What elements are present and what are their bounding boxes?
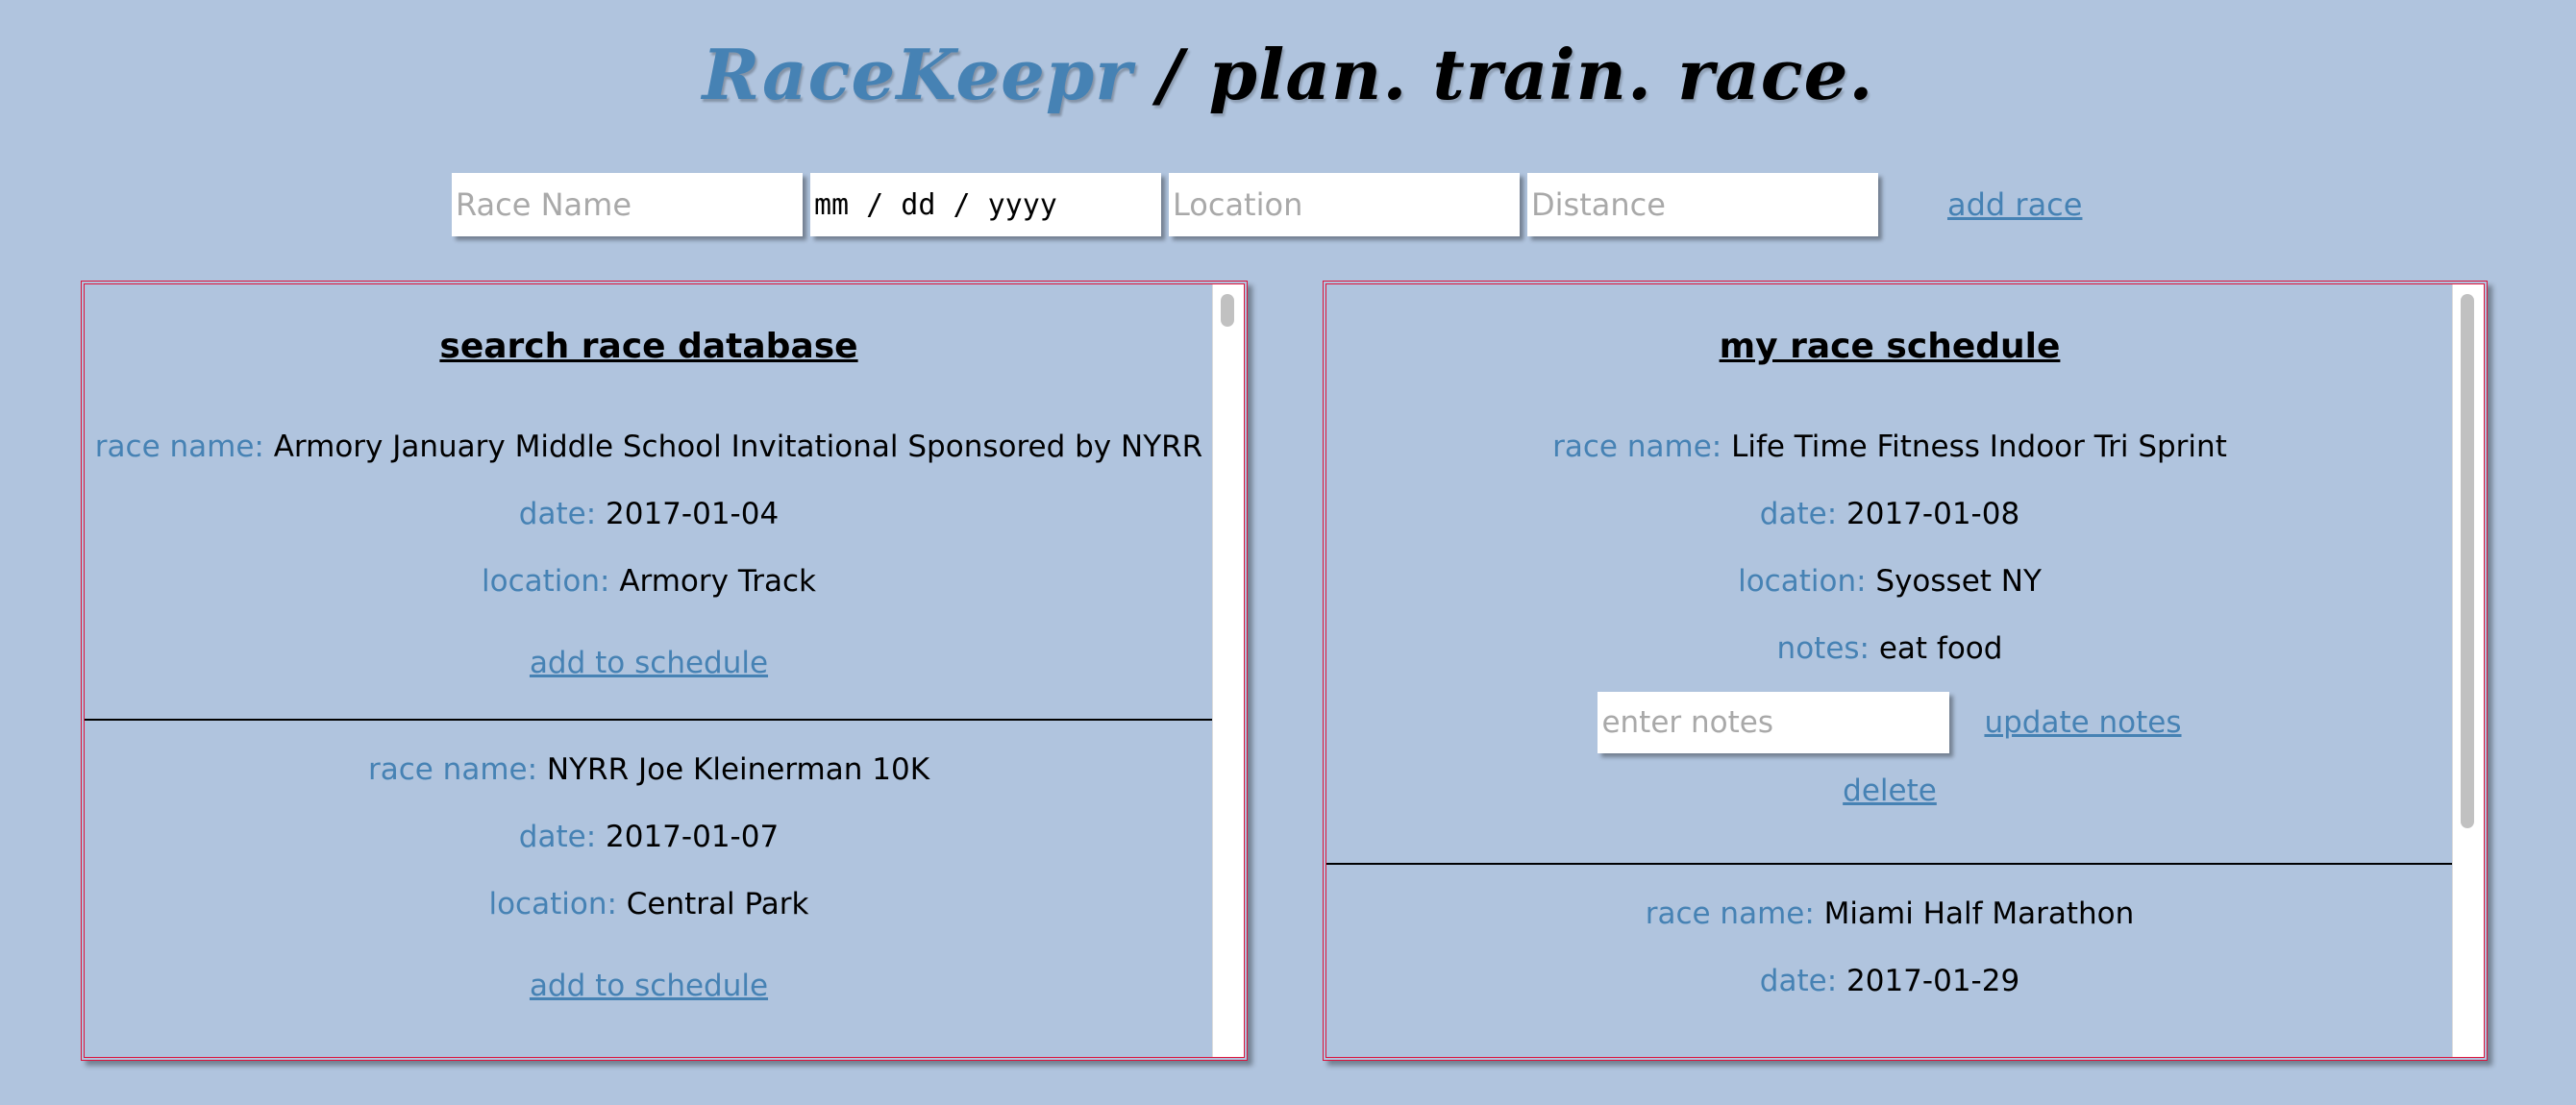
tagline: / plan. train. race.	[1132, 34, 1874, 115]
race-name-value: Life Time Fitness Indoor Tri Sprint	[1731, 430, 2227, 464]
race-schedule-panel: my race schedule race name: Life Time Fi…	[1323, 281, 2488, 1061]
date-value: 2017-01-08	[1846, 497, 2020, 531]
search-race-panel: search race database race name: Armory J…	[81, 281, 1248, 1061]
race-name-input[interactable]	[452, 173, 803, 236]
location-input[interactable]	[1169, 173, 1520, 236]
date-value: 2017-01-04	[606, 497, 780, 531]
location-row: location: Armory Track	[85, 548, 1213, 615]
race-name-label: race name:	[94, 430, 264, 464]
racekeepr-app: RaceKeepr / plan. train. race. add race …	[0, 0, 2576, 1105]
search-panel-scrollbar[interactable]	[1212, 284, 1244, 1057]
date-row: date: 2017-01-07	[85, 803, 1213, 871]
race-name-row: race name: Life Time Fitness Indoor Tri …	[1326, 413, 2453, 480]
location-row: location: Syosset NY	[1326, 548, 2453, 615]
notes-edit-row: update notes	[1326, 688, 2453, 757]
location-row: location: Central Park	[85, 871, 1213, 938]
date-row: date: 2017-01-29	[1326, 947, 2453, 1015]
date-row: date: 2017-01-08	[1326, 480, 2453, 548]
action-row: add to schedule	[85, 938, 1213, 1034]
notes-row: notes: eat food	[1326, 615, 2453, 682]
race-name-value: NYRR Joe Kleinerman 10K	[546, 752, 930, 787]
race-name-label: race name:	[367, 752, 538, 787]
distance-input[interactable]	[1527, 173, 1878, 236]
race-name-row: race name: NYRR Joe Kleinerman 10K	[85, 736, 1213, 803]
date-label: date:	[1759, 964, 1838, 998]
update-notes-link[interactable]: update notes	[1984, 705, 2181, 740]
race-name-label: race name:	[1645, 896, 1815, 931]
date-value: 2017-01-07	[606, 820, 780, 854]
date-label: date:	[518, 497, 597, 531]
location-value: Central Park	[626, 887, 809, 921]
race-name-label: race name:	[1552, 430, 1722, 464]
delete-link[interactable]: delete	[1843, 774, 1937, 808]
location-value: Syosset NY	[1875, 564, 2042, 599]
location-label: location:	[488, 887, 617, 921]
date-value: 2017-01-29	[1846, 964, 2020, 998]
delete-row: delete	[1326, 757, 2453, 824]
race-name-row: race name: Armory January Middle School …	[85, 413, 1213, 480]
search-panel-title: search race database	[439, 327, 858, 366]
race-name-row: race name: Miami Half Marathon	[1326, 880, 2453, 947]
scrollbar-thumb[interactable]	[2461, 294, 2474, 828]
add-race-link[interactable]: add race	[1947, 186, 2082, 223]
date-label: date:	[1759, 497, 1838, 531]
entry-divider	[85, 719, 1213, 721]
location-label: location:	[1738, 564, 1867, 599]
scheduled-race-entry: race name: Life Time Fitness Indoor Tri …	[1326, 413, 2453, 824]
add-race-form: add race	[452, 173, 2082, 236]
search-race-entry: race name: NYRR Joe Kleinerman 10K date:…	[85, 736, 1213, 1034]
notes-input[interactable]	[1598, 692, 1950, 753]
add-to-schedule-link[interactable]: add to schedule	[530, 969, 768, 1003]
location-label: location:	[482, 564, 610, 599]
brand-logo: RaceKeepr	[702, 34, 1133, 115]
app-header: RaceKeepr / plan. train. race.	[0, 27, 2576, 123]
race-schedule-list: my race schedule race name: Life Time Fi…	[1326, 284, 2453, 1057]
schedule-panel-title: my race schedule	[1719, 327, 2061, 366]
notes-value: eat food	[1878, 631, 2003, 666]
schedule-panel-scrollbar[interactable]	[2452, 284, 2484, 1057]
action-row: add to schedule	[85, 615, 1213, 711]
add-to-schedule-link[interactable]: add to schedule	[530, 646, 768, 680]
race-name-value: Armory January Middle School Invitationa…	[273, 430, 1203, 464]
search-race-list: search race database race name: Armory J…	[85, 284, 1213, 1057]
date-input[interactable]	[810, 173, 1161, 236]
entry-divider	[1326, 863, 2453, 865]
notes-label: notes:	[1776, 631, 1870, 666]
date-row: date: 2017-01-04	[85, 480, 1213, 548]
race-name-value: Miami Half Marathon	[1823, 896, 2135, 931]
scrollbar-thumb[interactable]	[1221, 294, 1234, 327]
location-value: Armory Track	[619, 564, 816, 599]
date-label: date:	[518, 820, 597, 854]
search-race-entry: race name: Armory January Middle School …	[85, 413, 1213, 711]
scheduled-race-entry: race name: Miami Half Marathon date: 201…	[1326, 880, 2453, 1015]
